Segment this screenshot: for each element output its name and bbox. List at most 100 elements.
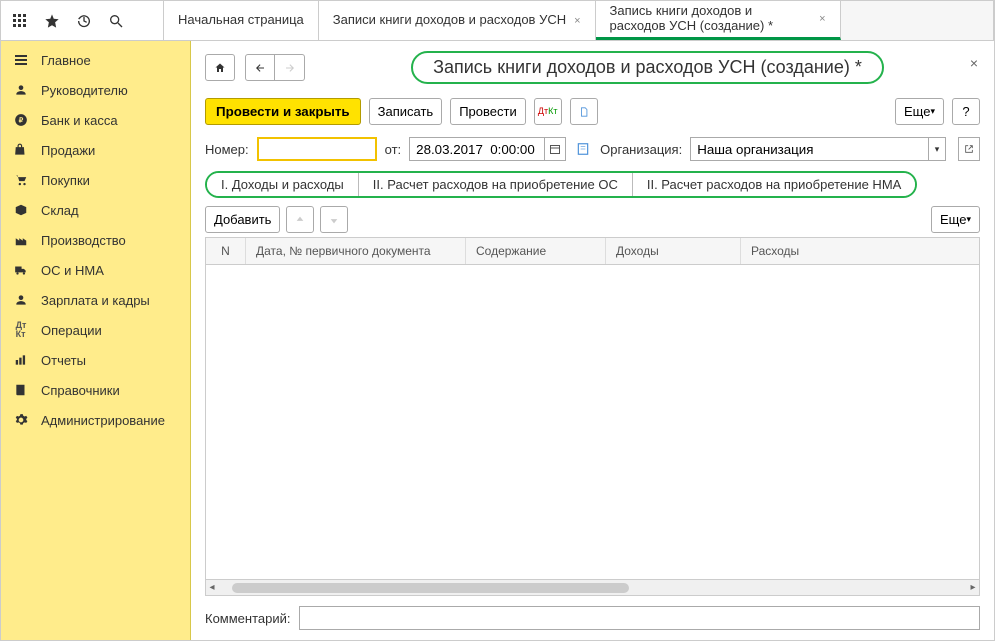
grid-body[interactable] — [206, 265, 979, 579]
page-title: Запись книги доходов и расходов УСН (соз… — [411, 51, 884, 84]
user-icon — [13, 292, 29, 308]
number-label: Номер: — [205, 142, 249, 157]
sidebar-item-admin[interactable]: Администрирование — [1, 405, 190, 435]
tab-record-create[interactable]: Запись книги доходов и расходов УСН (соз… — [596, 1, 841, 40]
comment-label: Комментарий: — [205, 611, 291, 626]
col-date-doc[interactable]: Дата, № первичного документа — [246, 238, 466, 264]
comment-row: Комментарий: — [205, 606, 980, 630]
number-input[interactable] — [257, 137, 377, 161]
sidebar-item-production[interactable]: Производство — [1, 225, 190, 255]
tab-home[interactable]: Начальная страница — [164, 1, 319, 40]
popout-icon[interactable] — [958, 137, 980, 161]
sidebar-item-label: Главное — [41, 53, 91, 68]
bag-icon — [13, 142, 29, 158]
sub-tab-nma[interactable]: II. Расчет расходов на приобретение НМА — [633, 173, 915, 196]
book-icon — [13, 382, 29, 398]
top-bar: Начальная страница Записи книги доходов … — [1, 1, 994, 41]
document-icon-button[interactable] — [570, 98, 598, 125]
save-button[interactable]: Записать — [369, 98, 443, 125]
date-input[interactable] — [409, 137, 544, 161]
org-input-group: ▾ — [690, 137, 946, 161]
sidebar-item-sales[interactable]: Продажи — [1, 135, 190, 165]
tab-label: Записи книги доходов и расходов УСН — [333, 13, 566, 28]
sidebar-item-main[interactable]: Главное — [1, 45, 190, 75]
sub-tab-os[interactable]: II. Расчет расходов на приобретение ОС — [359, 173, 633, 196]
dtkt-icon: ДтКт — [13, 322, 29, 338]
search-icon[interactable] — [107, 12, 125, 30]
scroll-thumb[interactable] — [232, 583, 629, 593]
sidebar-item-label: Справочники — [41, 383, 120, 398]
close-icon[interactable]: × — [970, 55, 978, 71]
post-close-button[interactable]: Провести и закрыть — [205, 98, 361, 125]
grid-toolbar: Добавить Еще ▾ — [205, 206, 980, 233]
sidebar-item-label: Зарплата и кадры — [41, 293, 150, 308]
grid-header: N Дата, № первичного документа Содержани… — [206, 238, 979, 265]
nav-group — [245, 54, 305, 81]
add-button[interactable]: Добавить — [205, 206, 280, 233]
grid-more-button[interactable]: Еще ▾ — [931, 206, 980, 233]
sidebar-item-bank[interactable]: ₽ Банк и касса — [1, 105, 190, 135]
help-button[interactable]: ? — [952, 98, 980, 125]
top-tools — [1, 1, 164, 40]
sidebar-item-label: Операции — [41, 323, 102, 338]
sub-tab-income[interactable]: I. Доходы и расходы — [207, 173, 359, 196]
move-down-button[interactable] — [320, 206, 348, 233]
toolbar: Провести и закрыть Записать Провести ДтК… — [205, 98, 980, 125]
sidebar-item-hr[interactable]: Зарплата и кадры — [1, 285, 190, 315]
comment-input[interactable] — [299, 606, 981, 630]
star-icon[interactable] — [43, 12, 61, 30]
sidebar-item-label: Производство — [41, 233, 126, 248]
post-button[interactable]: Провести — [450, 98, 526, 125]
forward-button[interactable] — [275, 54, 305, 81]
more-button[interactable]: Еще ▾ — [895, 98, 944, 125]
person-icon — [13, 82, 29, 98]
scroll-right-icon[interactable]: ▸ — [967, 582, 979, 593]
sidebar-item-label: Руководителю — [41, 83, 128, 98]
form-icon[interactable] — [574, 142, 592, 156]
chevron-down-icon[interactable]: ▾ — [928, 137, 946, 161]
tab-empty — [841, 1, 994, 40]
grid: N Дата, № первичного документа Содержани… — [205, 237, 980, 596]
apps-icon[interactable] — [11, 12, 29, 30]
tab-records[interactable]: Записи книги доходов и расходов УСН × — [319, 1, 596, 40]
factory-icon — [13, 232, 29, 248]
home-button[interactable] — [205, 54, 235, 81]
sidebar-item-label: Отчеты — [41, 353, 86, 368]
move-up-button[interactable] — [286, 206, 314, 233]
col-content[interactable]: Содержание — [466, 238, 606, 264]
sidebar-item-label: Продажи — [41, 143, 95, 158]
col-expense[interactable]: Расходы — [741, 238, 979, 264]
org-input[interactable] — [690, 137, 928, 161]
history-icon[interactable] — [75, 12, 93, 30]
col-income[interactable]: Доходы — [606, 238, 741, 264]
horizontal-scrollbar[interactable]: ◂ ▸ — [206, 579, 979, 595]
title-row: Запись книги доходов и расходов УСН (соз… — [205, 51, 980, 84]
sidebar-item-assets[interactable]: ОС и НМА — [1, 255, 190, 285]
sidebar: Главное Руководителю ₽ Банк и касса Прод… — [1, 41, 191, 640]
sidebar-item-purchases[interactable]: Покупки — [1, 165, 190, 195]
scroll-left-icon[interactable]: ◂ — [206, 582, 218, 593]
sidebar-item-catalogs[interactable]: Справочники — [1, 375, 190, 405]
sidebar-item-label: Администрирование — [41, 413, 165, 428]
back-button[interactable] — [245, 54, 275, 81]
scroll-track[interactable] — [232, 583, 953, 593]
close-icon[interactable]: × — [574, 15, 580, 27]
close-icon[interactable]: × — [819, 13, 825, 25]
sub-tabs: I. Доходы и расходы II. Расчет расходов … — [205, 171, 917, 198]
sidebar-item-warehouse[interactable]: Склад — [1, 195, 190, 225]
svg-text:₽: ₽ — [19, 116, 24, 124]
dtkt-button[interactable]: ДтКт — [534, 98, 562, 125]
menu-icon — [13, 52, 29, 68]
sidebar-item-manager[interactable]: Руководителю — [1, 75, 190, 105]
sidebar-item-reports[interactable]: Отчеты — [1, 345, 190, 375]
org-label: Организация: — [600, 142, 682, 157]
content: × Запись книги доходов и расходов УСН (с… — [191, 41, 994, 640]
sidebar-item-label: Покупки — [41, 173, 90, 188]
col-n[interactable]: N — [206, 238, 246, 264]
calendar-icon[interactable] — [544, 137, 566, 161]
main: Главное Руководителю ₽ Банк и касса Прод… — [1, 41, 994, 640]
form-row: Номер: от: Организация: ▾ — [205, 137, 980, 161]
sidebar-item-operations[interactable]: ДтКт Операции — [1, 315, 190, 345]
ruble-icon: ₽ — [13, 112, 29, 128]
sidebar-item-label: Склад — [41, 203, 79, 218]
